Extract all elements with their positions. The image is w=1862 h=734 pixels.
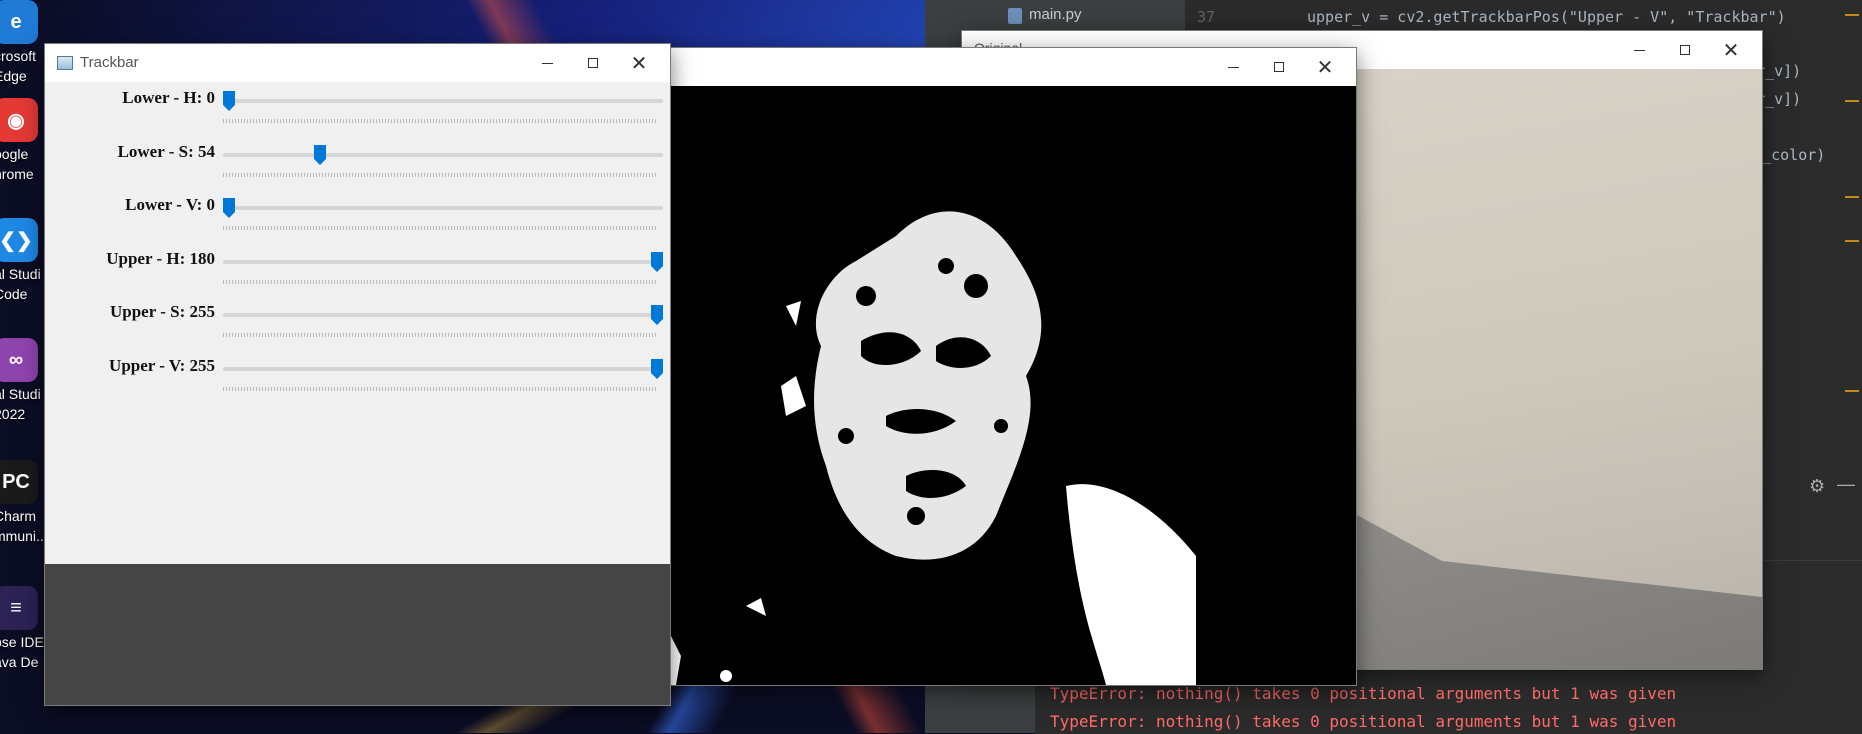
- trackbar-window: Trackbar ✕ Lower - H: 0 Lower - S: 54 Lowe…: [45, 44, 670, 705]
- desktop-icon-edge[interactable]: e crosoft Edge: [0, 0, 40, 84]
- line-number: 37: [1197, 8, 1216, 26]
- minimize-button[interactable]: [1616, 31, 1662, 69]
- maximize-button[interactable]: [1662, 31, 1708, 69]
- desktop-icon-label: pse IDE: [0, 634, 44, 650]
- edge-icon: e: [0, 0, 38, 44]
- trackbar-label: Lower - H: 0: [122, 88, 215, 107]
- desktop-icon-vscode[interactable]: ❮❯ al Studi Code: [0, 218, 41, 302]
- gutter-marker: [1845, 196, 1859, 198]
- gear-icon[interactable]: ⚙: [1809, 476, 1825, 497]
- desktop-icon-chrome[interactable]: ◉ oogle hrome: [0, 98, 40, 182]
- slider-thumb[interactable]: [650, 358, 664, 380]
- slider-ticks: [223, 279, 657, 284]
- visual-studio-2022-icon: ∞: [0, 338, 38, 382]
- minimize-button[interactable]: [1210, 48, 1256, 86]
- slider-ticks: [223, 119, 657, 123]
- desktop-icon-label: Edge: [0, 68, 27, 84]
- close-button[interactable]: ✕: [1708, 31, 1754, 69]
- window-app-icon: [57, 56, 73, 70]
- mask-window: ✕: [636, 48, 1356, 685]
- desktop-icon-label: al Studi: [0, 266, 41, 282]
- slider-ticks: [223, 333, 657, 338]
- desktop-icon-label: mmuni...: [0, 528, 48, 544]
- trackbar-row: Upper - V: 255: [45, 356, 670, 410]
- binary-mask-face: [636, 211, 1196, 685]
- trackbar-panel: Lower - H: 0 Lower - S: 54 Lower - V: 0 Upp…: [45, 82, 670, 564]
- vscode-icon: ❮❯: [0, 218, 38, 262]
- desktop-icon-pycharm[interactable]: PC Charm mmuni...: [0, 460, 48, 544]
- desktop-icon-label: hrome: [0, 166, 34, 182]
- file-tab-main[interactable]: main.py: [1029, 6, 1082, 23]
- slider-ticks: [223, 387, 657, 391]
- trackbar-slider[interactable]: [223, 91, 663, 111]
- trackbar-empty-area: [45, 564, 670, 705]
- minimize-panel-icon[interactable]: —: [1837, 474, 1855, 495]
- trackbar-label: Lower - V: 0: [125, 195, 215, 215]
- minimize-button[interactable]: [524, 44, 570, 82]
- desktop-icon-eclipse[interactable]: ≡ pse IDE ava De: [0, 586, 44, 670]
- python-file-icon: [1008, 8, 1022, 24]
- slider-thumb[interactable]: [222, 90, 236, 112]
- trackbar-row: Lower - H: 0: [45, 88, 670, 142]
- slider-ticks: [223, 226, 657, 231]
- slider-thumb[interactable]: [222, 197, 236, 219]
- code-line[interactable]: upper_v = cv2.getTrackbarPos("Upper - V"…: [1307, 8, 1786, 26]
- maximize-button[interactable]: [570, 44, 616, 82]
- trackbar-row: Upper - S: 255: [45, 302, 670, 356]
- console-error-line: TypeError: nothing() takes 0 positional …: [1050, 712, 1677, 731]
- desktop-icon-label: Charm: [0, 508, 37, 524]
- mask-titlebar[interactable]: ✕: [636, 48, 1356, 86]
- trackbar-label: Upper - S: 255: [110, 302, 215, 322]
- close-button[interactable]: ✕: [1302, 48, 1348, 86]
- window-title: Trackbar: [80, 54, 139, 71]
- pycharm-icon: PC: [0, 460, 38, 504]
- slider-thumb[interactable]: [313, 144, 327, 166]
- desktop-icon-label: oogle: [0, 146, 29, 162]
- trackbar-titlebar[interactable]: Trackbar ✕: [45, 44, 670, 83]
- trackbar-row: Lower - S: 54: [45, 142, 670, 196]
- gutter-marker: [1845, 390, 1859, 392]
- desktop-icon-label: 2022: [0, 406, 26, 422]
- console-error-line: TypeError: nothing() takes 0 positional …: [1050, 684, 1677, 703]
- trackbar-label: Upper - H: 180: [106, 248, 215, 268]
- slider-thumb[interactable]: [650, 251, 664, 273]
- trackbar-slider[interactable]: [223, 144, 663, 165]
- desktop-icon-label: ava De: [0, 654, 39, 670]
- trackbar-row: Upper - H: 180: [45, 249, 670, 303]
- eclipse-icon: ≡: [0, 586, 38, 630]
- mask-image: [636, 86, 1356, 685]
- desktop-icon-label: crosoft: [0, 48, 37, 64]
- trackbar-row: Lower - V: 0: [45, 195, 670, 249]
- trackbar-slider[interactable]: [223, 359, 663, 379]
- desktop-icon-label: Code: [0, 286, 28, 302]
- trackbar-label: Lower - S: 54: [117, 141, 215, 161]
- desktop-icon-label: al Studi: [0, 386, 41, 402]
- slider-ticks: [223, 172, 657, 177]
- gutter-marker: [1845, 100, 1859, 102]
- chrome-icon: ◉: [0, 98, 38, 142]
- desktop-icon-visual-studio-2022[interactable]: ∞ al Studi 2022: [0, 338, 41, 422]
- trackbar-slider[interactable]: [223, 198, 663, 219]
- gutter-marker: [1845, 240, 1859, 242]
- trackbar-slider[interactable]: [223, 251, 663, 272]
- gutter-marker: [1845, 14, 1859, 16]
- trackbar-slider[interactable]: [223, 305, 663, 326]
- trackbar-label: Upper - V: 255: [109, 356, 215, 375]
- slider-thumb[interactable]: [650, 304, 664, 326]
- close-button[interactable]: ✕: [616, 44, 662, 82]
- maximize-button[interactable]: [1256, 48, 1302, 86]
